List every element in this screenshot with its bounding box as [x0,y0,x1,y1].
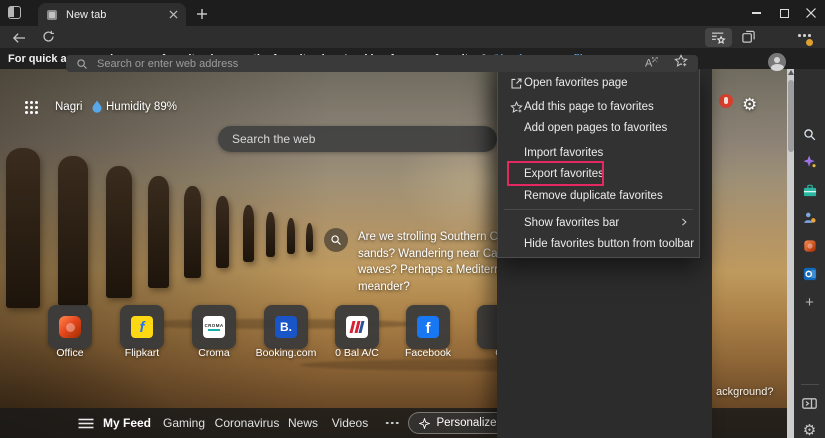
quick-link-flipkart[interactable]: f [120,305,164,349]
feed-tab-my-feed[interactable]: My Feed [103,408,151,438]
menu-item-open-favorites-page[interactable]: Open favorites page [498,72,699,94]
quick-link-facebook[interactable]: f [406,305,450,349]
feed-tab-gaming[interactable]: Gaming [163,408,205,438]
page-settings-gear-icon[interactable]: ⚙ [742,95,757,115]
sparkle-icon [419,417,431,429]
web-search-placeholder: Search the web [232,132,316,146]
sidebar-settings-gear-icon[interactable]: ⚙ [794,420,825,438]
wooden-post [306,223,313,252]
title-bar: New tab [0,0,825,26]
wooden-post [243,205,254,262]
sidebar-search-icon[interactable] [794,124,825,144]
export-favorites-highlight-box [507,161,604,186]
web-search-box[interactable]: Search the web [218,126,497,152]
wooden-post [148,176,169,288]
wooden-post [58,156,88,306]
wooden-post [6,148,40,308]
address-bar-placeholder: Search or enter web address [97,57,239,70]
edge-browser-window: Nagri Humidity 89% ⚙ Search the web Are … [0,0,825,438]
sidebar-toggle-icon[interactable] [794,393,825,413]
image-search-bubble[interactable] [324,228,348,252]
sidebar-add-icon[interactable]: + [794,292,825,312]
menu-separator [504,209,693,210]
new-tab-button[interactable] [196,7,208,25]
wooden-post [287,218,295,254]
notification-badge-icon [719,94,733,108]
favorites-hub-button[interactable] [705,28,732,47]
facebook-logo-icon: f [417,316,439,338]
menu-item-remove-duplicates[interactable]: Remove duplicate favorites [498,185,699,207]
flipkart-logo-icon: f [131,316,153,338]
update-badge-icon [806,39,813,46]
add-to-favorites-star-icon[interactable] [674,54,688,73]
favorites-context-menu: Open favorites page Add this page to fav… [497,68,700,258]
maximize-button[interactable] [770,0,798,26]
page-scrollbar[interactable] [787,68,794,438]
scrollbar-thumb[interactable] [787,80,794,152]
menu-item-add-this-page[interactable]: Add this page to favorites [498,96,699,118]
office-logo-icon [59,316,81,338]
browser-more-menu-icon[interactable] [798,34,811,37]
weather-location[interactable]: Nagri [55,101,82,113]
profile-avatar[interactable] [768,53,786,71]
sidebar-outlook-icon[interactable] [794,264,825,284]
personalize-label: Personalize [436,417,497,429]
address-bar[interactable]: Search or enter web address A⤱ [66,54,698,73]
star-add-icon [509,100,524,114]
menu-item-hide-favorites-button[interactable]: Hide favorites button from toolbar [498,233,699,255]
quick-link-0balac[interactable] [335,305,379,349]
weather-humidity[interactable]: Humidity 89% [106,101,177,113]
open-page-icon [509,77,524,90]
window-close-button[interactable] [797,0,825,26]
booking-logo-icon: B. [275,316,297,338]
quick-link-booking[interactable]: B. [264,305,308,349]
read-aloud-icon[interactable]: A⤱ [645,57,658,70]
tab-actions-menu-icon[interactable] [8,6,21,19]
edge-sidebar: + ⚙ [794,48,825,438]
collections-icon[interactable] [741,29,756,49]
tab-favicon [47,9,57,20]
favorites-hub-star-icon [712,32,726,44]
croma-logo-icon: CROMA [203,316,225,338]
chevron-right-icon [679,214,689,232]
sidebar-discover-copilot-icon[interactable] [794,152,825,172]
sidebar-games-icon[interactable] [794,208,825,228]
search-icon [77,58,87,69]
feed-tab-coronavirus[interactable]: Coronavirus [215,408,280,438]
quick-link-office[interactable] [48,305,92,349]
scrollbar-up-arrow[interactable] [787,70,794,75]
tab-close-icon[interactable] [169,10,178,19]
sidebar-tools-icon[interactable] [794,180,825,200]
sidebar-office-icon[interactable] [794,236,825,256]
feed-menu-hamburger-icon[interactable] [78,408,94,438]
refresh-button[interactable] [42,30,55,48]
navigation-toolbar: Search or enter web address A⤱ [0,26,825,72]
back-button[interactable] [12,31,26,49]
wooden-post [266,212,275,257]
bank-logo-icon [346,316,368,338]
tab-title: New tab [66,8,107,21]
browser-tab[interactable]: New tab [38,3,186,26]
quick-link-croma[interactable]: CROMA [192,305,236,349]
menu-item-show-favorites-bar[interactable]: Show favorites bar [498,212,699,234]
feed-more-icon[interactable] [385,408,399,438]
background-caption[interactable]: ackground? [716,386,774,398]
feed-tab-videos[interactable]: Videos [332,408,368,438]
wooden-post [106,166,132,298]
personalize-button[interactable]: Personalize [408,412,508,434]
wooden-post [216,196,229,268]
menu-item-add-open-pages[interactable]: Add open pages to favorites [498,117,699,139]
feed-tab-news[interactable]: News [288,408,318,438]
wooden-post [184,186,201,278]
sidebar-divider [801,384,819,385]
minimize-button[interactable] [742,0,770,26]
humidity-drop-icon [92,100,102,118]
apps-grid-icon[interactable] [24,100,39,120]
